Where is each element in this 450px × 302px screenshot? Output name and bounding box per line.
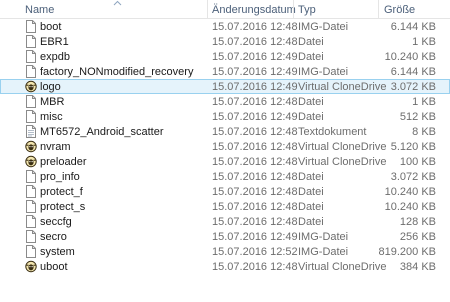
file-row[interactable]: boot 15.07.2016 12:48 IMG-Datei 6.144 KB <box>0 19 450 34</box>
file-date: 15.07.2016 12:48 <box>212 156 298 168</box>
file-date: 15.07.2016 12:52 <box>212 246 298 258</box>
file-type: IMG-Datei <box>298 66 349 78</box>
column-divider[interactable] <box>293 0 294 18</box>
file-type: Datei <box>298 216 324 228</box>
file-date: 15.07.2016 12:48 <box>212 126 298 138</box>
file-row[interactable]: secro 15.07.2016 12:49 IMG-Datei 256 KB <box>0 229 450 244</box>
file-row[interactable]: protect_s 15.07.2016 12:48 Datei 10.240 KB <box>0 199 450 214</box>
file-row[interactable]: protect_f 15.07.2016 12:48 Datei 10.240 KB <box>0 184 450 199</box>
file-type: Textdokument <box>298 126 367 138</box>
file-date: 15.07.2016 12:49 <box>212 231 298 243</box>
file-row[interactable]: misc 15.07.2016 12:49 Datei 512 KB <box>0 109 450 124</box>
file-row[interactable]: MT6572_Android_scatter 15.07.2016 12:48 Te… <box>0 124 450 139</box>
file-size: 5.120 KB <box>390 141 436 153</box>
file-row[interactable]: system 15.07.2016 12:52 IMG-Datei 819.200 K… <box>0 244 450 259</box>
column-header-name[interactable]: Name <box>25 5 54 16</box>
file-type: Datei <box>298 111 324 123</box>
file-name: boot <box>40 21 62 33</box>
file-type: Datei <box>298 186 324 198</box>
file-list: boot 15.07.2016 12:48 IMG-Datei 6.144 KB EBR… <box>0 19 450 274</box>
file-name: pro_info <box>40 171 80 183</box>
file-name: misc <box>40 111 63 123</box>
file-type: Virtual CloneDrive <box>298 261 387 273</box>
file-type: IMG-Datei <box>298 231 349 243</box>
file-name: EBR1 <box>40 36 69 48</box>
file-name: MBR <box>40 96 65 108</box>
file-size: 1 KB <box>412 96 436 108</box>
file-type: Virtual CloneDrive <box>298 81 387 93</box>
column-header-size[interactable]: Größe <box>384 5 415 16</box>
file-row[interactable]: preloader 15.07.2016 12:48 Virtual CloneDr… <box>0 154 450 169</box>
file-size: 256 KB <box>399 231 436 243</box>
file-row[interactable]: pro_info 15.07.2016 12:48 Datei 3.072 KB <box>0 169 450 184</box>
file-name: logo <box>40 81 61 93</box>
file-name: protect_s <box>40 201 86 213</box>
file-size: 512 KB <box>399 111 436 123</box>
file-size: 100 KB <box>399 156 436 168</box>
file-size: 3.072 KB <box>390 171 436 183</box>
file-name: preloader <box>40 156 87 168</box>
column-header-type[interactable]: Typ <box>298 5 316 16</box>
file-name: seccfg <box>40 216 72 228</box>
file-date: 15.07.2016 12:49 <box>212 81 298 93</box>
column-divider[interactable] <box>378 0 379 18</box>
file-name: uboot <box>40 261 68 273</box>
file-date: 15.07.2016 12:48 <box>212 171 298 183</box>
file-row[interactable]: nvram 15.07.2016 12:48 Virtual CloneDrive 5… <box>0 139 450 154</box>
file-row[interactable]: EBR1 15.07.2016 12:48 Datei 1 KB <box>0 34 450 49</box>
file-date: 15.07.2016 12:48 <box>212 36 298 48</box>
file-name: protect_f <box>40 186 83 198</box>
file-size: 1 KB <box>412 36 436 48</box>
file-size: 128 KB <box>399 216 436 228</box>
file-row[interactable]: MBR 15.07.2016 12:48 Datei 1 KB <box>0 94 450 109</box>
file-type: Datei <box>298 201 324 213</box>
file-date: 15.07.2016 12:49 <box>212 51 298 63</box>
file-date: 15.07.2016 12:48 <box>212 216 298 228</box>
file-size: 3.072 KB <box>390 81 436 93</box>
column-header-date[interactable]: Änderungsdatum <box>212 5 296 16</box>
file-date: 15.07.2016 12:49 <box>212 111 298 123</box>
file-date: 15.07.2016 12:48 <box>212 261 298 273</box>
file-size: 8 KB <box>412 126 436 138</box>
file-date: 15.07.2016 12:48 <box>212 186 298 198</box>
file-size: 10.240 KB <box>384 201 436 213</box>
file-name: system <box>40 246 75 258</box>
file-name: nvram <box>40 141 71 153</box>
sort-ascending-icon <box>113 0 122 6</box>
file-date: 15.07.2016 12:48 <box>212 96 298 108</box>
file-row[interactable]: expdb 15.07.2016 12:49 Datei 10.240 KB <box>0 49 450 64</box>
file-size: 10.240 KB <box>384 51 436 63</box>
file-date: 15.07.2016 12:48 <box>212 201 298 213</box>
file-type: IMG-Datei <box>298 246 349 258</box>
file-date: 15.07.2016 12:48 <box>212 21 298 33</box>
file-row[interactable]: uboot 15.07.2016 12:48 Virtual CloneDrive 3… <box>0 259 450 274</box>
file-name: expdb <box>40 51 70 63</box>
file-type: Datei <box>298 96 324 108</box>
file-type: Datei <box>298 171 324 183</box>
file-type: Virtual CloneDrive <box>298 156 387 168</box>
file-date: 15.07.2016 12:48 <box>212 141 298 153</box>
file-name: factory_NONmodified_recovery <box>40 66 194 78</box>
column-divider[interactable] <box>207 0 208 18</box>
file-size: 6.144 KB <box>390 66 436 78</box>
column-header-bar: Name Änderungsdatum Typ Größe <box>0 0 450 19</box>
file-size: 6.144 KB <box>390 21 436 33</box>
file-name: MT6572_Android_scatter <box>40 126 164 138</box>
file-name: secro <box>40 231 67 243</box>
file-date: 15.07.2016 12:49 <box>212 66 298 78</box>
file-row[interactable]: logo 15.07.2016 12:49 Virtual CloneDrive 3.… <box>0 79 450 94</box>
file-row[interactable]: factory_NONmodified_recovery 15.07.2016 1… <box>0 64 450 79</box>
file-size: 384 KB <box>399 261 436 273</box>
file-type: IMG-Datei <box>298 21 349 33</box>
file-size: 819.200 KB <box>378 246 437 258</box>
file-type: Datei <box>298 51 324 63</box>
file-type: Virtual CloneDrive <box>298 141 387 153</box>
file-row[interactable]: seccfg 15.07.2016 12:48 Datei 128 KB <box>0 214 450 229</box>
file-type: Datei <box>298 36 324 48</box>
file-size: 10.240 KB <box>384 186 436 198</box>
